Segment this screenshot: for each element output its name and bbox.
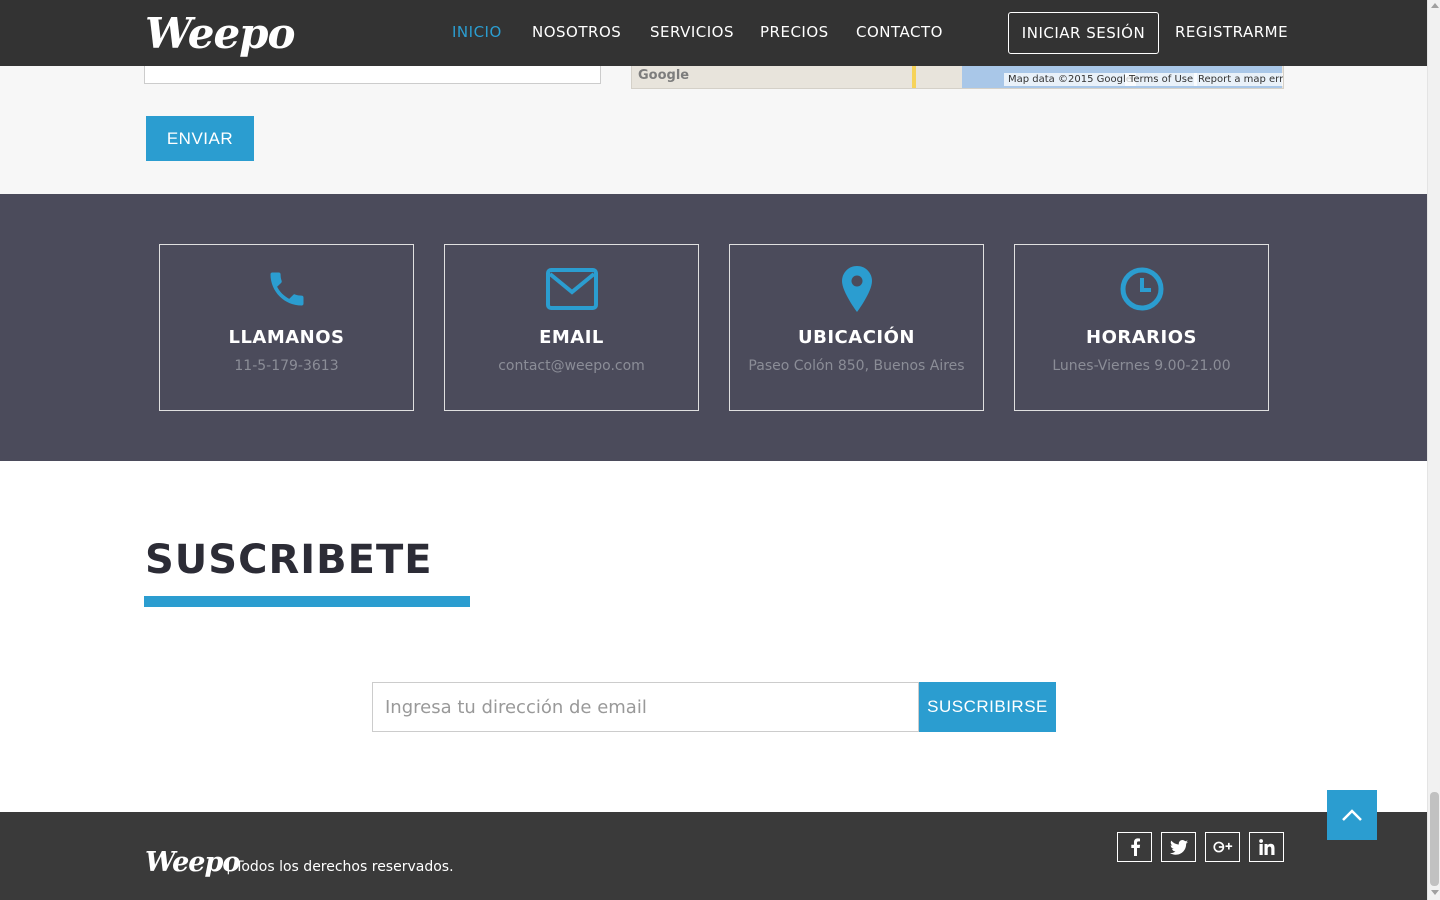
chevron-up-icon (1342, 809, 1362, 821)
contact-info-section: LLAMANOS 11-5-179-3613 EMAIL contact@wee… (0, 194, 1427, 461)
card-title: EMAIL (539, 327, 604, 348)
card-text: Paseo Colón 850, Buenos Aires (748, 358, 965, 374)
twitter-icon[interactable] (1161, 832, 1196, 862)
nav-item-servicios[interactable]: SERVICIOS (650, 23, 734, 41)
nav-item-nosotros[interactable]: NOSOTROS (532, 23, 621, 41)
title-underline (144, 596, 470, 607)
subscribe-title: SUSCRIBETE (145, 537, 433, 583)
message-textarea[interactable] (144, 66, 601, 84)
top-navbar: Weepo INICIO NOSOTROS SERVICIOS PRECIOS … (0, 0, 1427, 66)
scroll-up-arrow-icon[interactable] (1431, 3, 1439, 8)
scroll-to-top-button[interactable] (1327, 790, 1377, 840)
map-terms-link[interactable]: Terms of Use (1125, 73, 1198, 86)
contact-form-section: Google Map data ©2015 Google Terms of Us… (0, 66, 1427, 194)
brand-logo[interactable]: Weepo (145, 12, 296, 56)
card-title: UBICACIÓN (798, 327, 915, 348)
register-link[interactable]: REGISTRARME (1175, 23, 1288, 41)
phone-icon (261, 265, 313, 313)
scroll-down-arrow-icon[interactable] (1431, 890, 1439, 895)
footer: Weepo | Todos los derechos reservados. (0, 812, 1427, 900)
facebook-icon[interactable] (1117, 832, 1152, 862)
map-report-link[interactable]: Report a map error (1194, 73, 1283, 86)
subscribe-section: SUSCRIBETE SUSCRIBIRSE (0, 461, 1427, 812)
google-plus-icon[interactable] (1205, 832, 1240, 862)
map-google-label: Google (638, 68, 690, 83)
subscribe-button[interactable]: SUSCRIBIRSE (919, 682, 1056, 732)
info-card-location: UBICACIÓN Paseo Colón 850, Buenos Aires (729, 244, 984, 411)
scrollbar-thumb[interactable] (1430, 792, 1439, 886)
card-title: HORARIOS (1086, 327, 1197, 348)
nav-item-inicio[interactable]: INICIO (452, 23, 502, 41)
info-card-hours: HORARIOS Lunes-Viernes 9.00-21.00 (1014, 244, 1269, 411)
send-button[interactable]: ENVIAR (146, 116, 254, 161)
nav-item-precios[interactable]: PRECIOS (760, 23, 829, 41)
map-road (912, 66, 916, 88)
linkedin-icon[interactable] (1249, 832, 1284, 862)
card-title: LLAMANOS (228, 327, 345, 348)
info-card-email: EMAIL contact@weepo.com (444, 244, 699, 411)
copyright-text: | Todos los derechos reservados. (226, 859, 454, 875)
login-button[interactable]: INICIAR SESIÓN (1008, 12, 1159, 54)
location-pin-icon (831, 265, 883, 313)
clock-icon (1116, 265, 1168, 313)
card-text: 11-5-179-3613 (234, 358, 339, 374)
email-subscribe-input[interactable] (372, 682, 919, 732)
nav-item-contacto[interactable]: CONTACTO (856, 23, 943, 41)
envelope-icon (545, 265, 598, 313)
vertical-scrollbar[interactable] (1427, 0, 1440, 900)
google-map[interactable]: Google Map data ©2015 Google Terms of Us… (631, 66, 1284, 89)
card-text: Lunes-Viernes 9.00-21.00 (1052, 358, 1231, 374)
info-card-phone: LLAMANOS 11-5-179-3613 (159, 244, 414, 411)
map-data-attribution: Map data ©2015 Google (1004, 73, 1136, 86)
card-text[interactable]: contact@weepo.com (498, 358, 645, 374)
